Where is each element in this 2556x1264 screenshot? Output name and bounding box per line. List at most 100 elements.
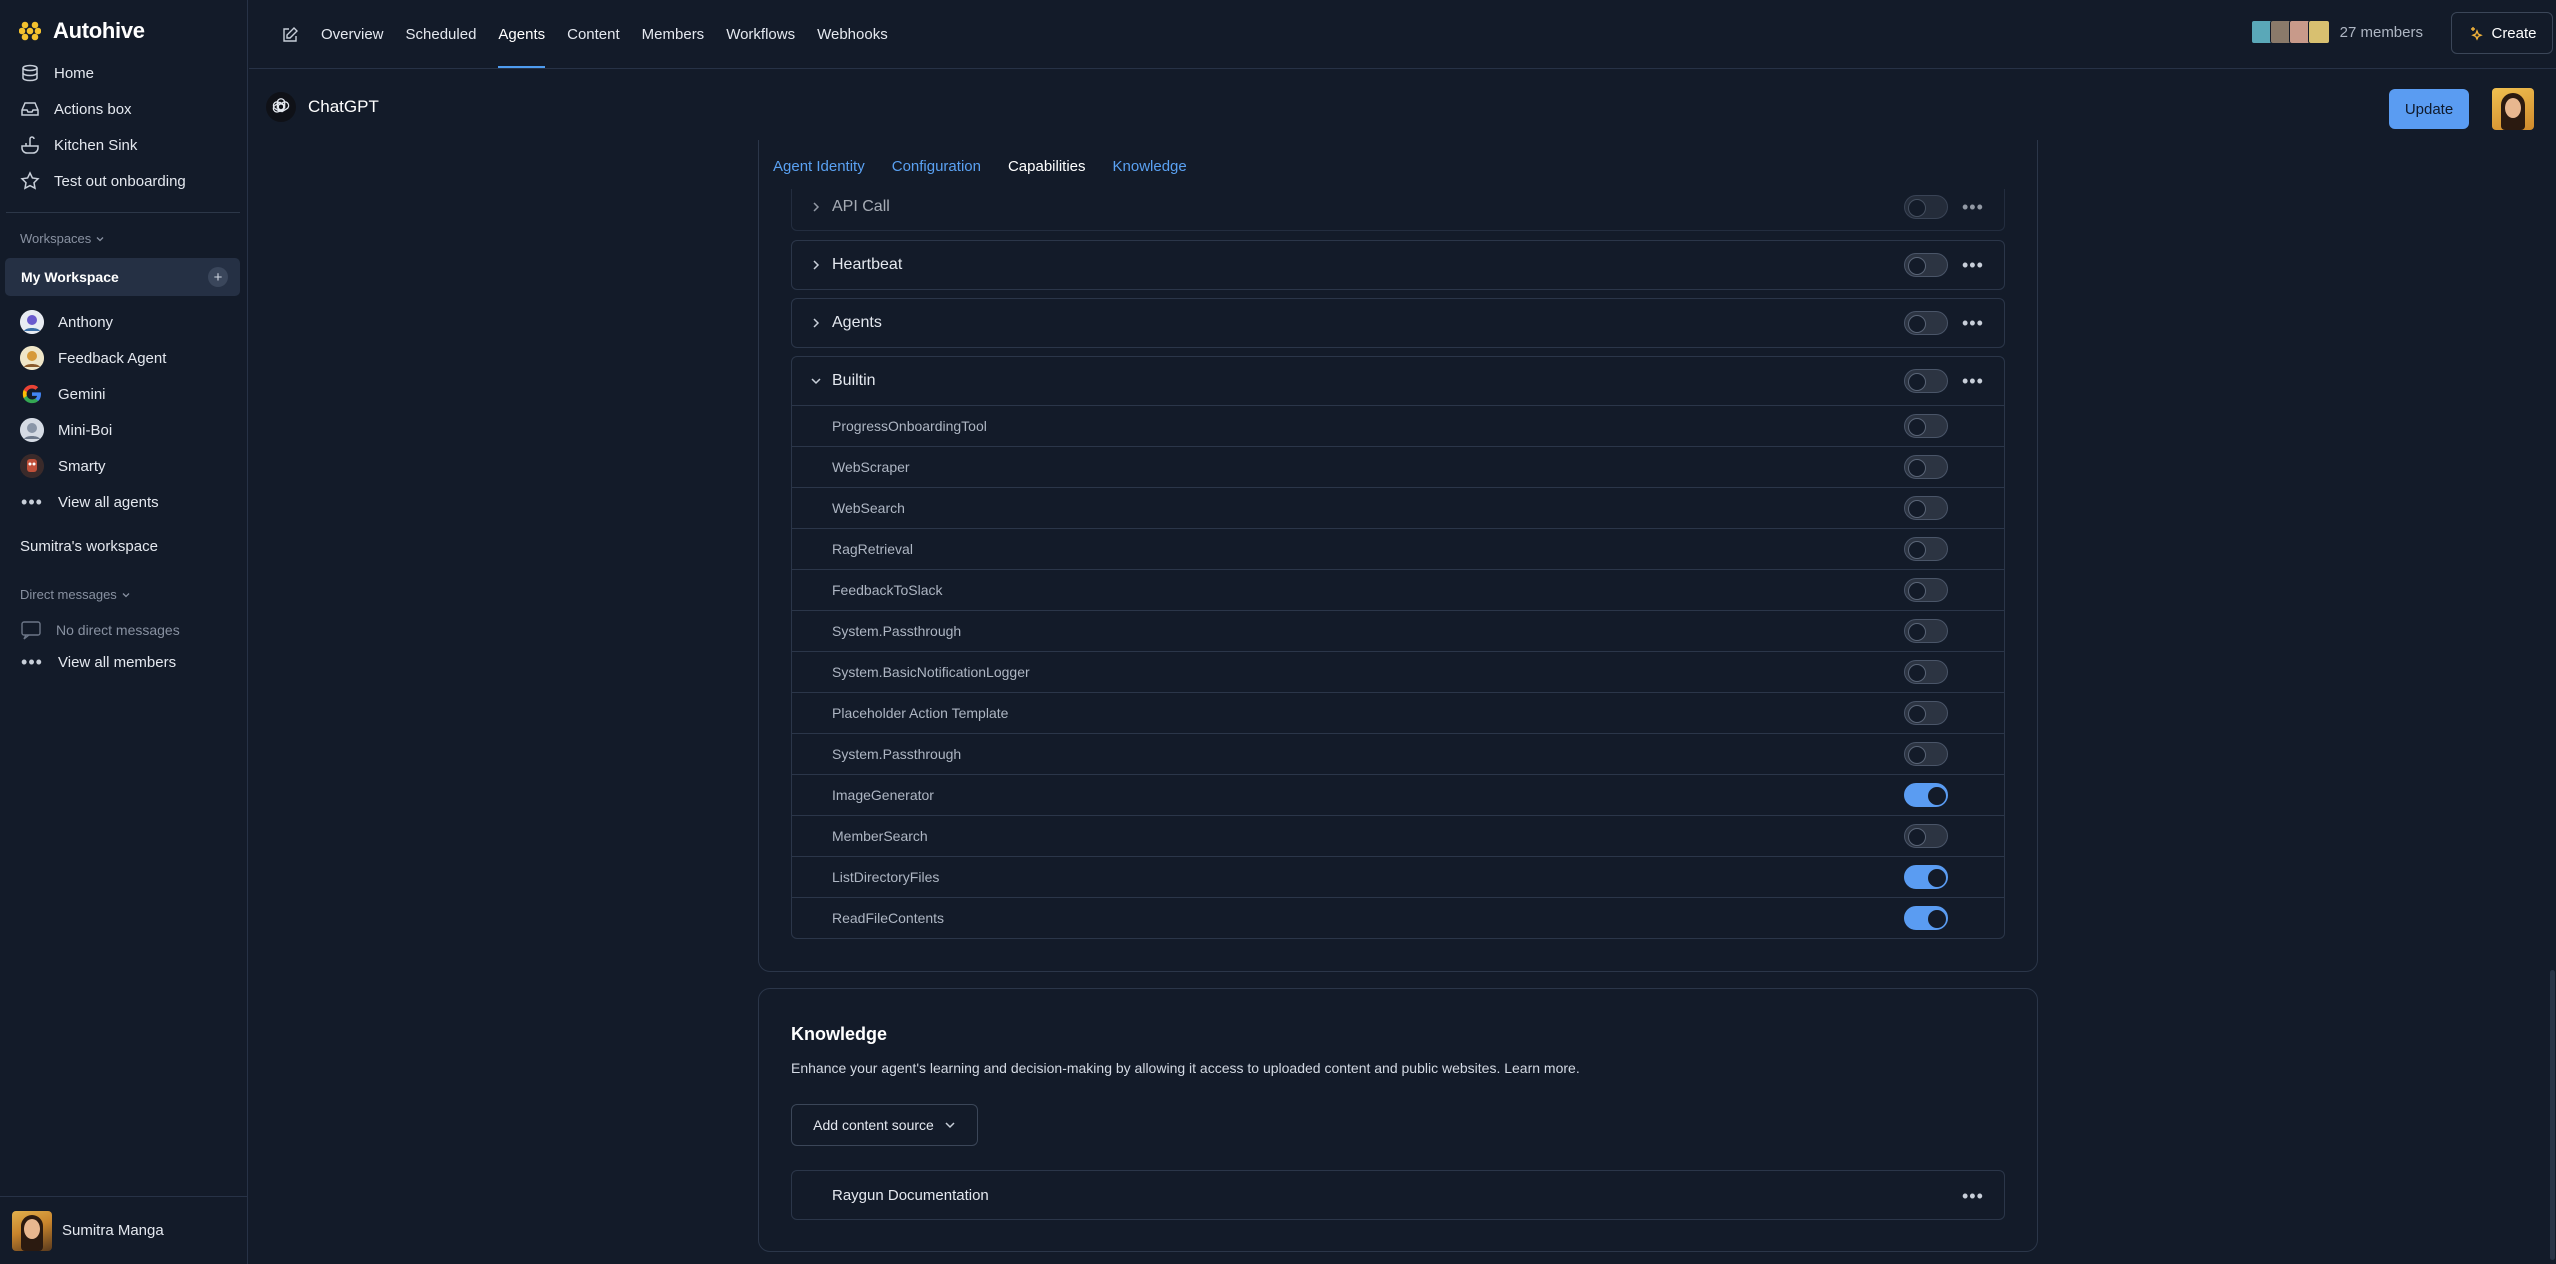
tool-row: MemberSearch [792,815,2004,856]
tool-toggle[interactable] [1904,783,1948,807]
add-agent-button[interactable]: + [208,267,228,287]
tool-toggle[interactable] [1904,824,1948,848]
workspace-sumitra[interactable]: Sumitra's workspace [20,532,158,560]
tool-name: ImageGenerator [832,787,934,803]
nav-home[interactable]: Home [20,59,94,87]
group-heartbeat-toggle[interactable] [1904,253,1948,277]
tool-name: ProgressOnboardingTool [832,418,987,434]
brand[interactable]: Autohive [19,14,145,48]
tool-toggle[interactable] [1904,742,1948,766]
more-options-icon[interactable]: ••• [1962,198,1984,216]
members-summary[interactable]: 27 members [2250,20,2423,44]
group-api-call-header: API Call ••• [792,189,2004,225]
workspaces-toggle[interactable]: Workspaces [20,231,105,246]
star-icon [20,171,40,190]
feedback-agent-avatar-icon [20,346,44,370]
nav-actions-box[interactable]: Actions box [20,95,132,123]
tool-row: FeedbackToSlack [792,569,2004,610]
group-builtin[interactable]: Builtin ••• ProgressOnboardingTool WebScr… [791,356,2005,939]
tab-scheduled[interactable]: Scheduled [406,0,477,69]
create-label: Create [2491,24,2537,42]
edit-icon[interactable] [281,26,299,44]
group-agents[interactable]: Agents ••• [791,298,2005,348]
tool-row: System.Passthrough [792,733,2004,774]
tool-toggle[interactable] [1904,701,1948,725]
tool-toggle[interactable] [1904,906,1948,930]
more-options-icon[interactable]: ••• [1962,372,1984,390]
tool-toggle[interactable] [1904,578,1948,602]
agent-label: Mini-Boi [58,421,113,439]
update-button[interactable]: Update [2389,89,2469,129]
sidebar: Autohive Home Actions box Kitchen Sink T… [0,0,248,1264]
more-dots-icon: ••• [21,652,43,672]
create-button[interactable]: Create [2451,12,2553,54]
more-options-icon[interactable]: ••• [1962,256,1984,274]
tool-name: System.Passthrough [832,623,962,639]
tool-name: ReadFileContents [832,910,945,926]
user-profile[interactable]: Sumitra Manga [0,1196,248,1264]
tool-row: ImageGenerator [792,774,2004,815]
tab-agents[interactable]: Agents [498,0,545,69]
user-avatar [12,1210,52,1251]
group-name: Heartbeat [832,256,903,273]
agent-label: Gemini [58,385,106,403]
add-content-source-button[interactable]: Add content source [791,1104,978,1146]
nav-test-onboarding[interactable]: Test out onboarding [20,167,186,195]
tool-toggle[interactable] [1904,865,1948,889]
tab-overview[interactable]: Overview [321,0,384,69]
direct-messages-toggle[interactable]: Direct messages [20,587,131,602]
main-tabs: Overview Scheduled Agents Content Member… [281,0,888,69]
group-agents-toggle[interactable] [1904,311,1948,335]
header-user-avatar[interactable] [2492,88,2534,130]
chevron-down-icon[interactable] [808,373,824,389]
agent-item-feedback-agent[interactable]: Feedback Agent [20,345,166,371]
knowledge-title: Knowledge [791,1024,888,1044]
view-all-members-link[interactable]: ••• View all members [20,649,176,675]
page-scrollbar[interactable] [2550,970,2555,1260]
tool-name: ListDirectoryFiles [832,869,940,885]
tab-members[interactable]: Members [642,0,705,69]
group-api-call-toggle[interactable] [1904,195,1948,219]
anthony-avatar-icon [20,310,44,334]
group-api-call[interactable]: API Call ••• [791,189,2005,231]
tool-toggle[interactable] [1904,537,1948,561]
direct-messages-label: Direct messages [20,587,117,602]
tool-name: RagRetrieval [832,541,913,557]
chevron-right-icon[interactable] [808,315,824,331]
tool-name: FeedbackToSlack [832,582,943,598]
agent-item-gemini[interactable]: Gemini [20,381,106,407]
agent-item-smarty[interactable]: Smarty [20,453,106,479]
workspace-my-workspace[interactable]: My Workspace + [5,258,240,296]
autohive-logo-icon [19,21,41,41]
google-icon [20,382,44,406]
agent-item-anthony[interactable]: Anthony [20,309,113,335]
content-source-row[interactable]: Raygun Documentation ••• [791,1170,2005,1220]
chevron-right-icon[interactable] [808,257,824,273]
group-heartbeat[interactable]: Heartbeat ••• [791,240,2005,290]
view-all-members-label: View all members [58,653,177,671]
member-count: 27 members [2339,23,2423,41]
builtin-tool-list: ProgressOnboardingTool WebScraper WebSearc… [792,405,2004,938]
tool-row: Placeholder Action Template [792,692,2004,733]
group-builtin-header: Builtin ••• [792,357,2004,405]
tool-toggle[interactable] [1904,414,1948,438]
tool-name: System.BasicNotificationLogger [832,664,1030,680]
tab-webhooks[interactable]: Webhooks [817,0,888,69]
tool-toggle[interactable] [1904,619,1948,643]
nav-kitchen-sink[interactable]: Kitchen Sink [20,131,137,159]
chevron-right-icon[interactable] [808,199,824,215]
knowledge-description: Enhance your agent's learning and decisi… [791,1060,1580,1076]
agent-item-mini-boi[interactable]: Mini-Boi [20,417,112,443]
workspaces-label: Workspaces [20,231,92,246]
tool-toggle[interactable] [1904,660,1948,684]
view-all-agents-link[interactable]: ••• View all agents [20,489,159,515]
tab-workflows[interactable]: Workflows [726,0,795,69]
tool-toggle[interactable] [1904,496,1948,520]
more-options-icon[interactable]: ••• [1962,314,1984,332]
tool-toggle[interactable] [1904,455,1948,479]
group-name: Agents [832,314,882,331]
workspace-name: My Workspace [21,269,119,285]
more-options-icon[interactable]: ••• [1962,1187,1984,1205]
group-builtin-toggle[interactable] [1904,369,1948,393]
tab-content[interactable]: Content [567,0,620,69]
